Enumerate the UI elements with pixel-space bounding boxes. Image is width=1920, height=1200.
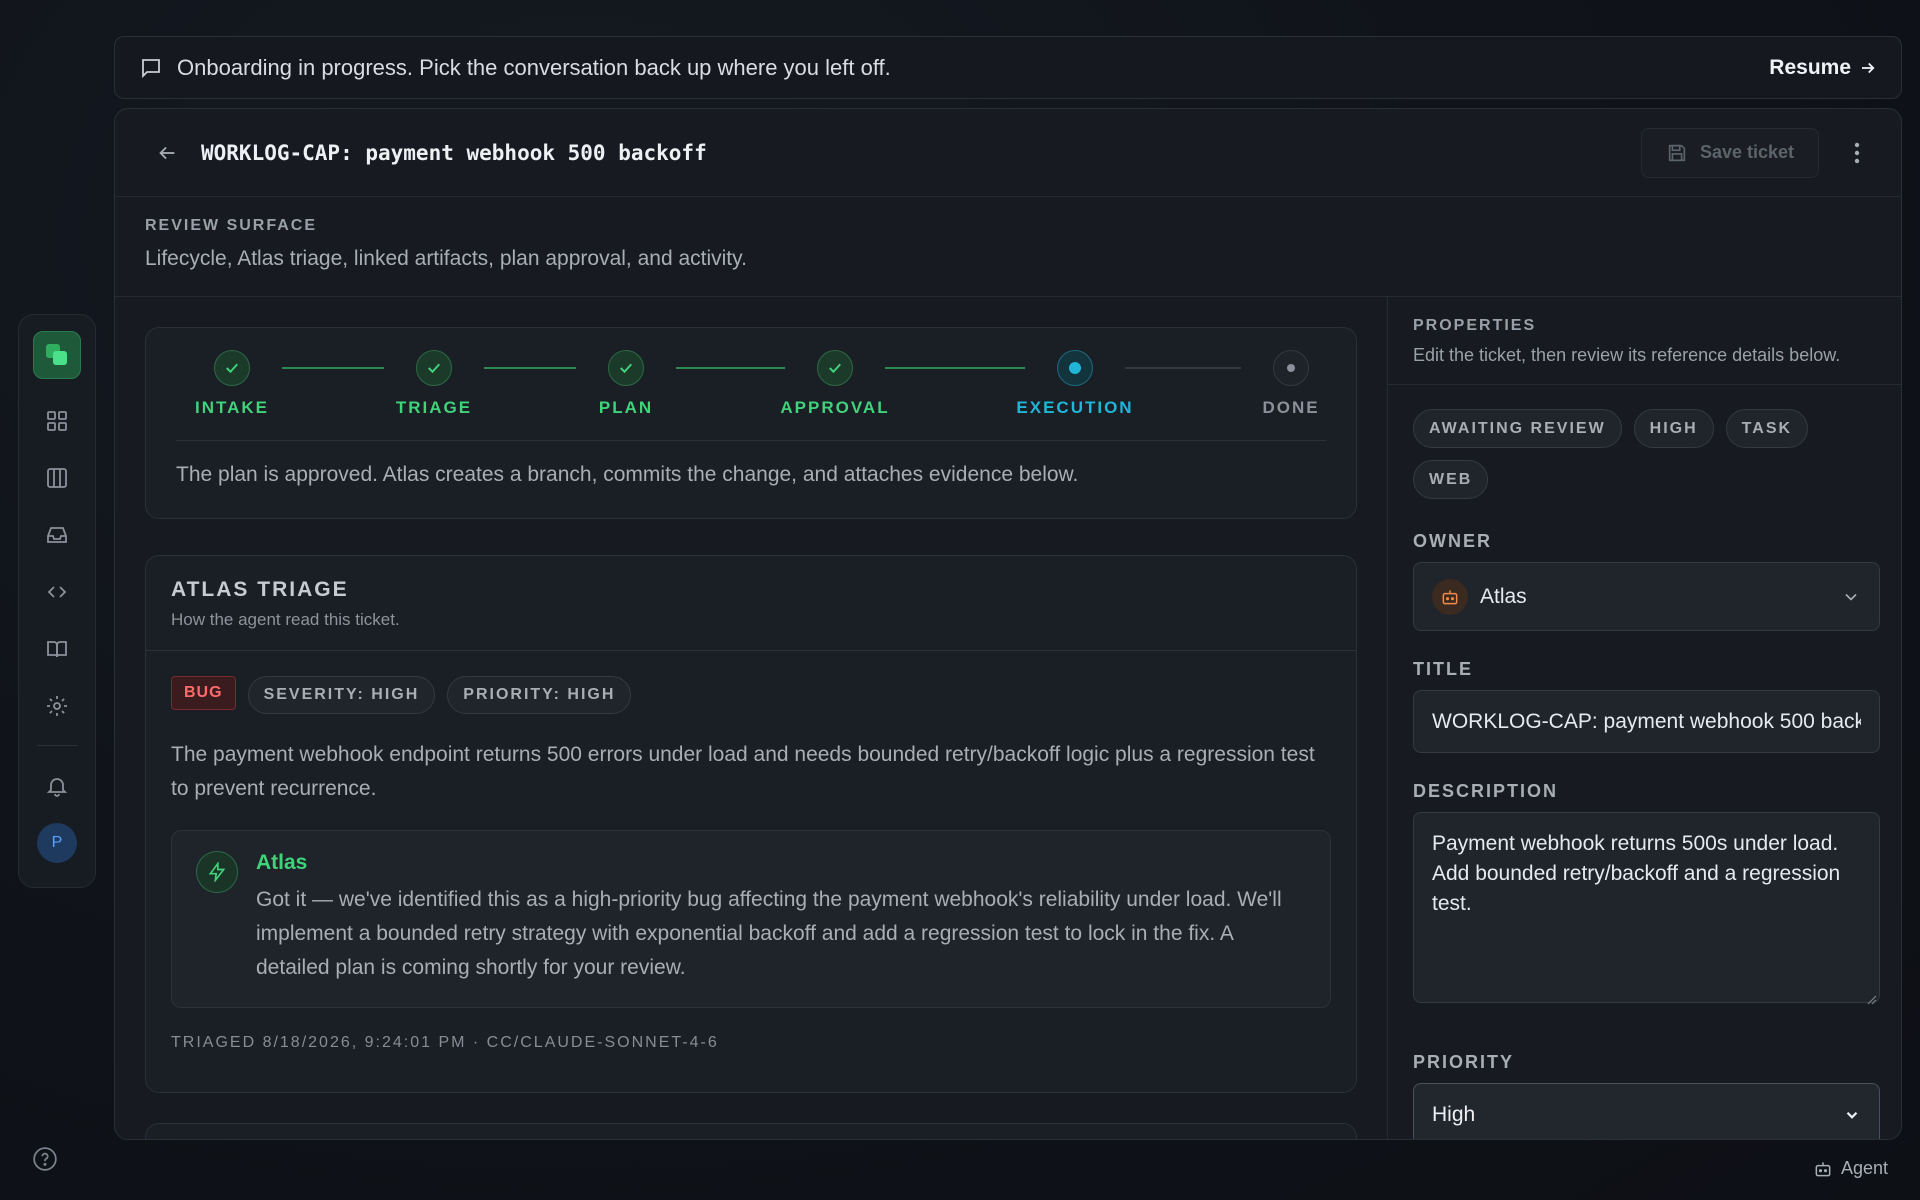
current-step-dot-icon [1057,350,1093,386]
atlas-message: Atlas Got it — we've identified this as … [171,830,1331,1008]
lifecycle-stepper: INTAKE TRIAGE PLAN APPROVAL EXECUTION DONE [176,350,1326,440]
main-column: INTAKE TRIAGE PLAN APPROVAL EXECUTION DONE Th… [115,297,1387,1139]
save-disk-icon [1668,144,1686,161]
review-surface-eyebrow: REVIEW SURFACE [145,217,318,234]
priority-value: High [1432,1102,1476,1126]
lifecycle-step-plan: PLAN [556,350,696,418]
lifecycle-step-intake: INTAKE [162,350,302,418]
step-label: EXECUTION [1016,398,1134,417]
description-label: DESCRIPTION [1413,781,1559,801]
step-label: APPROVAL [780,398,890,417]
step-label: PLAN [598,398,654,417]
triage-summary: The payment webhook endpoint returns 500… [171,743,1315,800]
lightning-icon [196,851,238,893]
app-logo[interactable] [33,331,81,379]
onboarding-banner: Onboarding in progress. Pick the convers… [114,36,1902,99]
step-label: INTAKE [194,398,269,417]
save-ticket-button[interactable]: Save ticket [1640,127,1819,178]
dashboard-icon[interactable] [35,399,79,443]
priority-label: PRIORITY [1413,1052,1515,1072]
next-section-card [145,1123,1357,1139]
save-label: Save ticket [1699,142,1794,162]
step-label: DONE [1262,398,1320,417]
triage-title: ATLAS TRIAGE [171,578,349,601]
agent-label: Agent [1840,1158,1888,1178]
owner-select[interactable]: Atlas [1413,562,1880,631]
resume-button[interactable]: Resume [1769,56,1877,80]
book-icon[interactable] [35,627,79,671]
priority-badge: PRIORITY: HIGH [447,676,632,714]
back-arrow-icon[interactable] [151,137,183,169]
triage-meta: TRIAGED 8/18/2026, 9:24:01 PM · CC/CLAUD… [171,1034,719,1051]
status-tag: HIGH [1633,409,1714,448]
triage-subtitle: How the agent read this ticket. [171,610,400,629]
description-textarea[interactable]: Payment webhook returns 500s under load.… [1413,812,1880,1003]
check-icon [214,350,250,386]
user-avatar[interactable]: P [37,823,77,863]
resize-grip-icon[interactable] [1865,993,1877,1005]
severity-badge: SEVERITY: HIGH [247,676,436,714]
ticket-panel: WORKLOG-CAP: payment webhook 500 backoff… [114,108,1902,1140]
arrow-right-icon [1862,62,1875,73]
settings-gear-icon[interactable] [35,684,79,728]
step-connector [885,367,1025,369]
title-label: TITLE [1413,659,1473,679]
owner-label: OWNER [1413,531,1492,551]
notifications-bell-icon[interactable] [35,764,79,808]
owner-value: Atlas [1480,584,1527,608]
status-tag: TASK [1725,409,1809,448]
lifecycle-step-done: DONE [1221,350,1361,418]
chat-bubble-icon [139,56,163,80]
lifecycle-step-triage: TRIAGE [364,350,504,418]
more-options-icon[interactable] [1841,137,1873,169]
pending-step-dot-icon [1273,350,1309,386]
check-icon [608,350,644,386]
atlas-message-text: Got it — we've identified this as a high… [256,888,1282,979]
code-icon[interactable] [35,570,79,614]
priority-select[interactable]: High [1413,1083,1880,1139]
step-label: TRIAGE [395,398,473,417]
panel-header: WORKLOG-CAP: payment webhook 500 backoff… [115,109,1901,197]
atlas-name: Atlas [256,851,308,874]
lifecycle-step-execution: EXECUTION [1005,350,1145,418]
bot-icon [1432,578,1468,615]
atlas-triage-card: ATLAS TRIAGE How the agent read this tic… [145,555,1357,1093]
status-tag: WEB [1413,460,1489,499]
properties-eyebrow: PROPERTIES [1413,317,1537,334]
lifecycle-step-approval: APPROVAL [765,350,905,418]
properties-panel: PROPERTIES Edit the ticket, then review … [1387,297,1901,1139]
status-tag: AWAITING REVIEW [1413,409,1622,448]
status-tags: AWAITING REVIEW HIGH TASK WEB [1413,409,1893,499]
ticket-title: WORKLOG-CAP: payment webhook 500 backoff [201,140,707,165]
rail-divider [37,745,77,746]
check-icon [817,350,853,386]
review-surface-header: REVIEW SURFACE Lifecycle, Atlas triage, … [115,197,1901,297]
bug-type-badge: BUG [171,676,236,710]
bot-icon [1815,1161,1831,1176]
left-rail: P [18,314,96,888]
chevron-down-icon [1841,587,1861,607]
review-surface-subtitle: Lifecycle, Atlas triage, linked artifact… [145,247,747,270]
banner-text: Onboarding in progress. Pick the convers… [177,54,891,80]
check-icon [416,350,452,386]
chevron-down-icon [1843,1106,1861,1124]
lifecycle-note: The plan is approved. Atlas creates a br… [176,463,1079,486]
help-icon[interactable] [30,1144,60,1174]
properties-subtitle: Edit the ticket, then review its referen… [1413,345,1841,365]
title-input[interactable] [1413,690,1880,753]
board-columns-icon[interactable] [35,456,79,500]
agent-button[interactable]: Agent [1813,1158,1888,1179]
inbox-icon[interactable] [35,513,79,557]
lifecycle-card: INTAKE TRIAGE PLAN APPROVAL EXECUTION DONE Th… [145,327,1357,519]
logo-icon [46,344,67,365]
resume-label: Resume [1769,55,1851,79]
